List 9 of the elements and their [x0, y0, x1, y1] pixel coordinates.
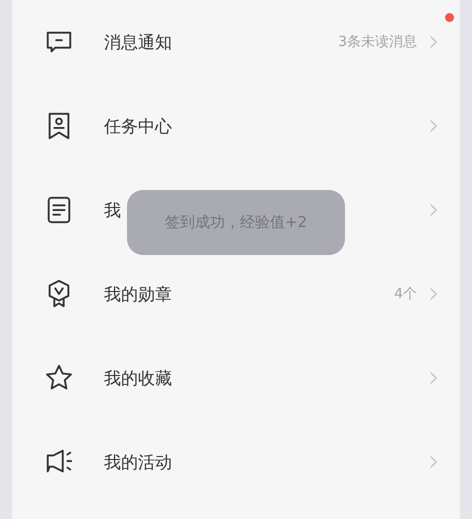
menu-value: 4个 — [394, 285, 417, 303]
menu-value: 3条未读消息 — [338, 33, 417, 51]
menu-label: 我的收藏 — [104, 368, 172, 390]
success-toast: 签到成功，经验值+2 — [127, 190, 345, 255]
menu-label: 消息通知 — [104, 32, 172, 54]
menu-label: 我的勋章 — [104, 284, 172, 306]
menu-label: 我 — [104, 200, 121, 222]
menu-label: 我的活动 — [104, 452, 172, 474]
menu-label: 任务中心 — [104, 116, 172, 138]
